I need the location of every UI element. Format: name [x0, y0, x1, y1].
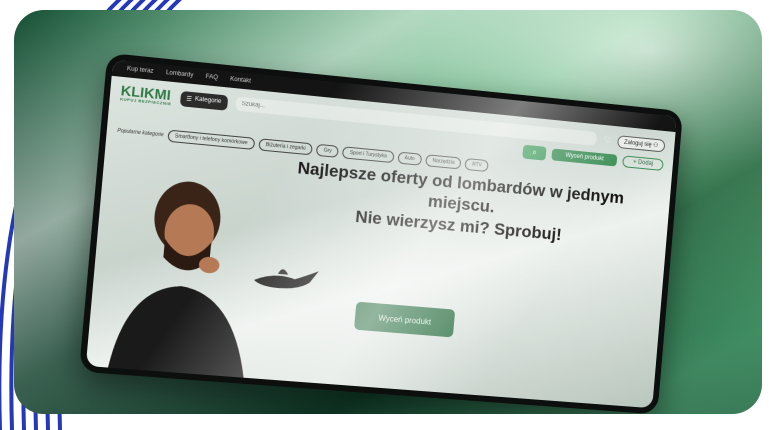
laptop-screen: Kup teraz Lombardy FAQ Kontakt KLIKMI KU… — [78, 52, 684, 414]
category-chip[interactable]: Smartfony i telefony komórkowe — [167, 129, 256, 150]
topnav-item[interactable]: Lombardy — [166, 70, 194, 79]
add-button[interactable]: + Dodaj — [622, 155, 664, 171]
website-preview: Kup teraz Lombardy FAQ Kontakt KLIKMI KU… — [85, 59, 677, 409]
login-label: Zaloguj się — [623, 139, 652, 148]
menu-icon: ☰ — [186, 96, 193, 103]
background-card: Kup teraz Lombardy FAQ Kontakt KLIKMI KU… — [14, 10, 762, 414]
category-button[interactable]: ☰ Kategorie — [179, 90, 229, 111]
login-button[interactable]: Zaloguj się ⚇ — [616, 134, 666, 153]
lamp-illustration — [253, 265, 319, 292]
user-icon: ⚇ — [652, 142, 659, 149]
heart-icon[interactable]: ♡ — [604, 134, 613, 145]
person-illustration — [105, 178, 253, 388]
search-button[interactable]: ⌕ — [522, 144, 547, 161]
category-button-label: Kategorie — [194, 96, 222, 106]
categories-label: Popularne kategorie — [116, 127, 164, 139]
topnav-item[interactable]: Kontakt — [230, 76, 251, 84]
category-chip[interactable]: Auto — [397, 151, 423, 166]
category-chip[interactable]: Biżuteria i zegarki — [258, 138, 314, 156]
category-chip[interactable]: Sport i Turystyka — [342, 146, 395, 164]
hero-valuate-button[interactable]: Wyceń produkt — [353, 301, 456, 338]
topnav-item[interactable]: Kup teraz — [127, 66, 154, 75]
search-icon: ⌕ — [532, 147, 538, 157]
logo[interactable]: KLIKMI KUPUJ BEZPIECZNIE — [120, 82, 173, 106]
category-chip[interactable]: Narzędzia — [425, 154, 462, 170]
category-chip[interactable]: RTV — [464, 158, 490, 173]
topnav-item[interactable]: FAQ — [205, 74, 218, 81]
category-chip[interactable]: Gry — [316, 143, 340, 158]
